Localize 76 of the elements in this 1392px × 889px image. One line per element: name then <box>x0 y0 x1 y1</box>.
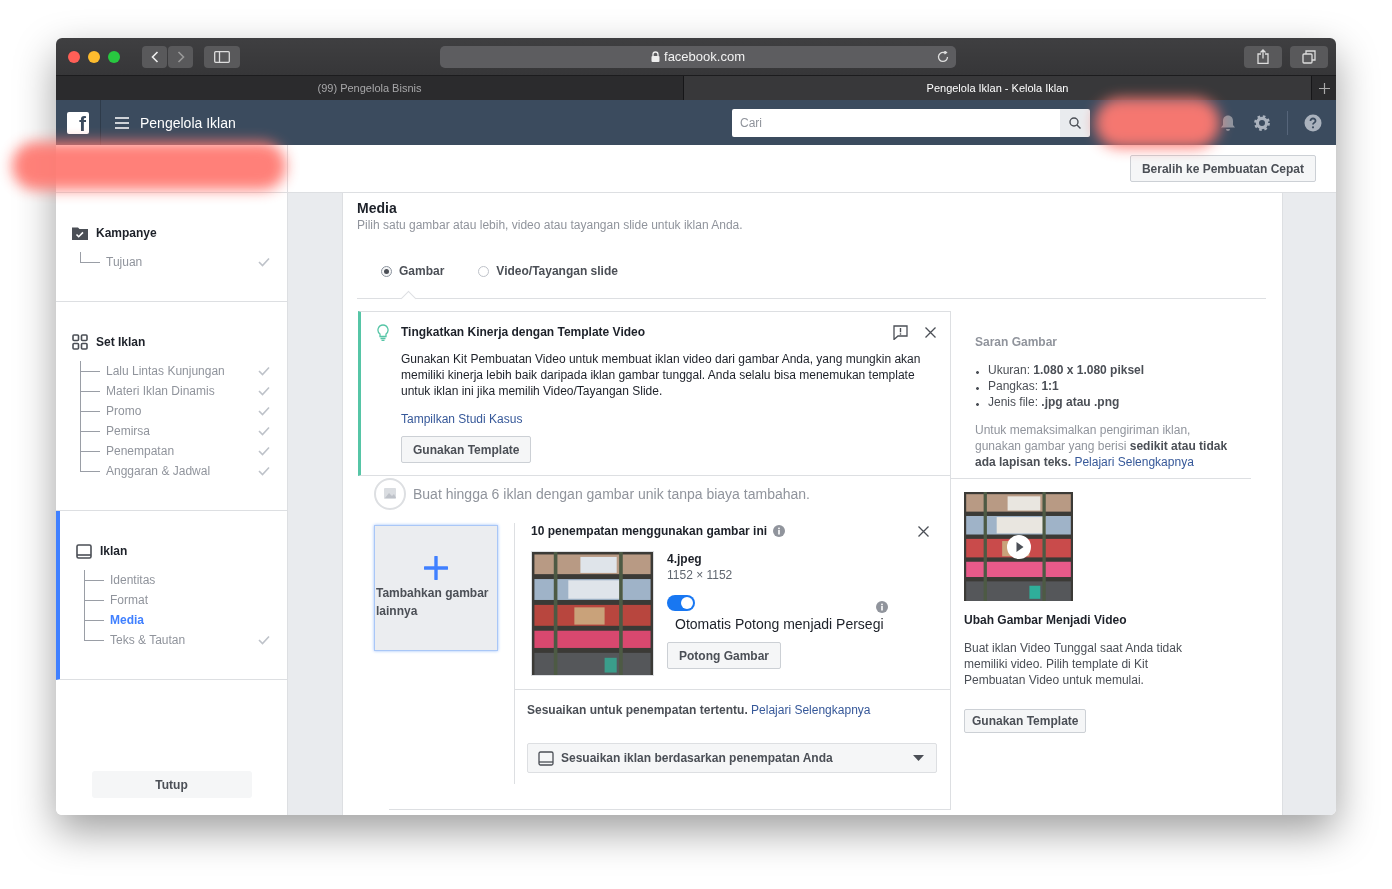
promo-title: Ubah Gambar Menjadi Video <box>964 612 1128 628</box>
close-icon[interactable] <box>925 326 936 338</box>
help-icon[interactable] <box>1304 113 1322 132</box>
minimize-window-button[interactable] <box>88 50 100 63</box>
use-template-button[interactable]: Gunakan Template <box>401 436 532 463</box>
case-study-link[interactable]: Tampilkan Studi Kasus <box>401 411 523 427</box>
reload-icon[interactable] <box>937 50 949 63</box>
info-text: Buat hingga 6 iklan dengan gambar unik tanpa biaya tambahan. <box>413 486 810 502</box>
zoom-window-button[interactable] <box>108 50 120 63</box>
close-icon[interactable] <box>918 525 929 537</box>
tabs-icon <box>1302 49 1316 64</box>
section-title[interactable]: Set Iklan <box>96 335 146 349</box>
sidebar-icon <box>214 50 230 63</box>
learn-more-link[interactable]: Pelajari Selengkapnya <box>751 703 871 717</box>
add-image-button[interactable]: Tambahkan gambar lainnya <box>374 525 498 651</box>
section-title: Media <box>357 199 398 217</box>
sidebar-item[interactable]: Media <box>110 613 271 627</box>
tabs-overview-button[interactable] <box>1290 45 1328 68</box>
browser-tab[interactable]: (99) Pengelola Bisnis <box>56 76 684 100</box>
tip-text: Gunakan Kit Pembuatan Video untuk membuat iklan video dari gambar Anda, yang mungkin akan memiliki kinerja lebih baik daripada iklan gambar tunggal. Anda selalu bisa menemukan template untuk iklan ini jika memilih Video/Tayangan Slide. <box>401 351 922 399</box>
plus-icon <box>424 556 448 580</box>
play-icon[interactable] <box>1007 535 1031 559</box>
tablet-icon <box>76 543 92 559</box>
feedback-icon[interactable] <box>893 324 908 340</box>
share-icon <box>1257 49 1269 64</box>
back-button[interactable] <box>142 45 167 68</box>
address-text: facebook.com <box>664 49 745 64</box>
search-button[interactable] <box>1060 108 1090 137</box>
share-button[interactable] <box>1244 45 1282 68</box>
lock-icon <box>651 51 661 62</box>
learn-more-link[interactable]: Pelajari Selengkapnya <box>1074 455 1194 469</box>
sidebar-toggle-button[interactable] <box>204 45 240 68</box>
section-description: Pilih satu gambar atau lebih, video atau tayangan slide untuk iklan Anda. <box>357 217 744 233</box>
toggle-switch[interactable] <box>667 595 695 611</box>
customize-text: Sesuaikan untuk penempatan tertentu. Pelajari Selengkapnya <box>527 702 872 718</box>
placement-title: 10 penempatan menggunakan gambar ini <box>531 523 768 539</box>
section-title[interactable]: Iklan <box>100 544 128 558</box>
radio-label[interactable]: Video/Tayangan slide <box>496 264 618 278</box>
bell-icon[interactable] <box>1219 113 1237 132</box>
section-title[interactable]: Kampanye <box>96 226 157 240</box>
placement-dropdown[interactable]: Sesuaikan iklan berdasarkan penempatan Anda <box>527 743 937 773</box>
crop-image-button[interactable]: Potong Gambar <box>667 642 781 669</box>
image-size: 1152 × 1152 <box>667 567 734 583</box>
toggle-label: Otomatis Potong menjadi Persegi <box>675 615 885 633</box>
chevron-right-icon <box>176 50 185 63</box>
new-tab-button[interactable] <box>1312 76 1336 100</box>
caret-icon <box>913 755 924 761</box>
info-icon[interactable] <box>876 601 888 613</box>
lightbulb-icon <box>377 324 389 341</box>
grid-icon <box>72 334 88 350</box>
search-field[interactable]: Cari <box>732 108 1060 137</box>
radio-label[interactable]: Gambar <box>399 264 445 278</box>
info-icon[interactable] <box>773 525 786 537</box>
app-title: Pengelola Iklan <box>140 114 236 131</box>
settings-icon[interactable] <box>1253 113 1271 132</box>
suggestion-note: Untuk memaksimalkan pengiriman iklan, gunakan gambar yang berisi sedikit atau tidak ada lapisan teks. Pelajari Selengkapnya <box>975 422 1229 470</box>
radio-button[interactable] <box>381 265 392 277</box>
image-icon <box>374 478 406 510</box>
address-bar[interactable]: facebook.com <box>440 45 956 68</box>
tip-title: Tingkatkan Kinerja dengan Template Video <box>401 325 647 339</box>
quick-creation-button[interactable]: Beralih ke Pembuatan Cepat <box>1129 155 1316 182</box>
promo-text: Buat iklan Video Tunggal saat Anda tidak memiliki video. Pilih template di Kit Pembuatan Video untuk memulai. <box>964 640 1183 688</box>
chevron-left-icon <box>150 50 159 63</box>
menu-icon[interactable] <box>115 116 129 129</box>
browser-tab[interactable]: Pengelola Iklan - Kelola Iklan <box>684 76 1312 100</box>
plus-icon <box>1318 82 1330 94</box>
forward-button[interactable] <box>168 45 193 68</box>
file-name: 4.jpeg <box>667 551 703 567</box>
search-icon <box>1069 116 1081 129</box>
suggestions-title: Saran Gambar <box>975 334 1059 350</box>
close-button[interactable]: Tutup <box>91 771 252 798</box>
screen-icon <box>538 750 554 766</box>
folder-check-icon <box>72 226 88 240</box>
use-template-button[interactable]: Gunakan Template <box>964 709 1087 733</box>
close-window-button[interactable] <box>68 50 80 63</box>
logo[interactable]: f <box>67 111 89 134</box>
